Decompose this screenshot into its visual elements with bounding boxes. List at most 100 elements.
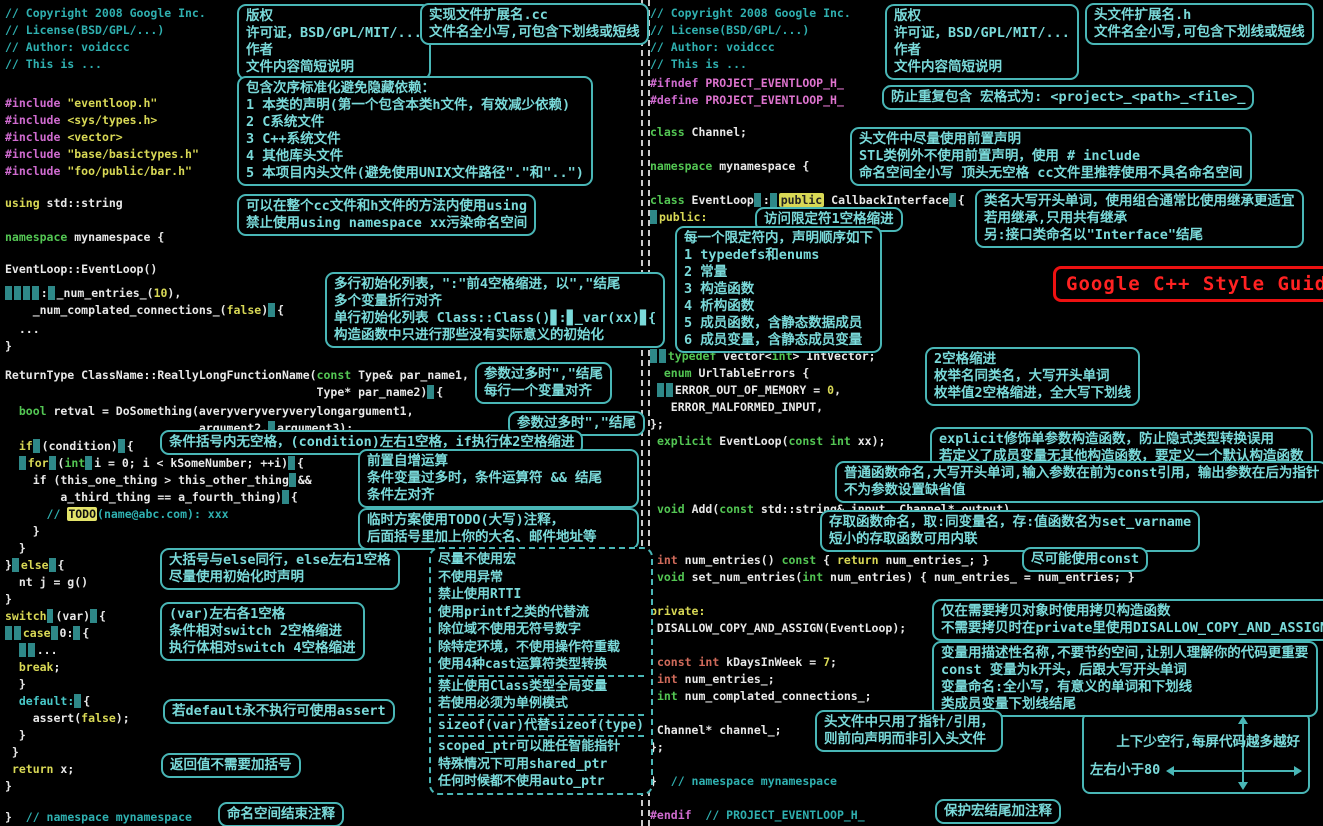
code-line: Type* par_name2) { (5, 385, 443, 399)
code-token: } (5, 592, 12, 606)
code-token: "foo/public/bar.h" (67, 164, 192, 178)
note-line: 临时方案使用TODO(大写)注释， (367, 512, 630, 529)
code-token: _num_entries_( (57, 286, 154, 300)
note-line: 若使用必须为单例模式 (438, 695, 644, 713)
code-token: } (5, 779, 12, 793)
note-namespace-comment: 命名空间结束注释 (218, 802, 344, 826)
code-token: 7 (823, 655, 830, 669)
note-copyright-left: 版权许可证，BSD/GPL/MIT/...作者文件内容简短说明 (237, 4, 431, 80)
note-line: 多行初始化列表，":"前4空格缩进，以","结尾 (334, 276, 656, 293)
code-token: false (227, 303, 262, 317)
note-line: 不需要拷贝时在private里使用DISALLOW_COPY_AND_ASSIG… (941, 620, 1323, 637)
code-line: #include "base/basictypes.h" (5, 147, 199, 161)
code-token: ), (167, 286, 181, 300)
code-token (5, 404, 19, 418)
note-line: 3 构造函数 (684, 281, 873, 298)
code-token: num_entries_; } (879, 553, 990, 567)
note-class-naming: 类名大写开头单词，使用组合通常比使用继承更适宜若用继承,只用共有继承另:接口类命… (975, 189, 1304, 248)
note-line: scoped_ptr可以胜任智能指针 (438, 735, 644, 756)
code-line: } (5, 339, 12, 353)
note-line: 多个变量折行对齐 (334, 293, 656, 310)
code-token: PROJECT_EVENTLOOP_H_ (705, 76, 843, 90)
note-line: 实现文件扩展名.cc (429, 7, 640, 24)
code-token: mynamespace { (712, 159, 809, 173)
code-token: } (5, 524, 40, 538)
note-line: 任何时候都不使用auto_ptr (438, 773, 644, 791)
note-line: 防止重复包含 宏格式为: <project>_<path>_<file>_ (891, 89, 1245, 106)
space-highlight (5, 626, 12, 640)
space-highlight (282, 490, 289, 504)
note-line: 前置自增运算 (367, 453, 630, 470)
code-token: (var) (55, 609, 90, 623)
note-line: 文件名全小写,可包含下划线或短线 (429, 24, 640, 41)
code-token: // Author: voidccc (5, 40, 130, 54)
code-token (5, 439, 19, 453)
code-line: class EventLoop : public CallbackInterfa… (650, 193, 965, 207)
note-line: 保护宏结尾加注释 (944, 803, 1052, 820)
note-line: 每一个限定符内，声明顺序如下 (684, 230, 873, 247)
code-token: class (650, 125, 685, 139)
code-token: num_complated_connections_; (678, 689, 872, 703)
space-highlight (32, 286, 39, 300)
note-line: 尽可能使用const (1031, 551, 1139, 568)
style-guide-cheatsheet: Google C++ Style Guide 上下少空行,每屏代码越多越好 左右… (0, 0, 1323, 826)
space-highlight (650, 210, 657, 224)
note-line: 5 本项目内头文件(避免使用UNIX文件路径"."和"..") (246, 165, 584, 182)
code-token: public: (659, 210, 707, 224)
space-highlight (19, 456, 26, 470)
code-token: // (5, 507, 67, 521)
code-token: // Author: voidccc (650, 40, 775, 54)
code-token: // License(BSD/GPL/...) (650, 23, 809, 37)
code-token: // Copyright 2008 Google Inc. (5, 6, 206, 20)
code-token: case (23, 626, 51, 640)
code-line: // License(BSD/GPL/...) (650, 23, 809, 37)
code-line: #define PROJECT_EVENTLOOP_H_ (650, 93, 844, 107)
code-line: ReturnType ClassName::ReallyLongFunction… (5, 368, 469, 382)
code-line: using std::string (5, 196, 123, 210)
space-highlight (85, 456, 92, 470)
code-token: xx); (851, 434, 886, 448)
code-token: x; (53, 762, 74, 776)
note-return: 返回值不需要加括号 (161, 753, 301, 778)
code-token: #include (5, 113, 60, 127)
code-token: Add( (685, 502, 720, 516)
note-line: 使用4种cast运算符类型转换 (438, 656, 644, 674)
code-token: const (317, 368, 352, 382)
note-line: 作者 (894, 42, 1070, 59)
code-token: _num_complated_connections_( (5, 303, 227, 317)
code-line: // This is ... (5, 57, 102, 71)
code-line: #include <sys/types.h> (5, 113, 157, 127)
note-line: 特殊情况下可用shared_ptr (438, 756, 644, 774)
note-line: 文件内容简短说明 (894, 59, 1070, 76)
note-line: 文件名全小写,可包含下划线或短线 (1094, 24, 1305, 41)
code-token: void (657, 570, 685, 584)
note-line: 使用printf之类的代替流 (438, 604, 644, 622)
space-highlight (288, 456, 295, 470)
space-highlight (48, 286, 55, 300)
code-token: const int (789, 434, 851, 448)
note-line: STL类例外不使用前置声明，使用 # include (859, 148, 1243, 165)
note-init-list: 多行初始化列表，":"前4空格缩进，以","结尾多个变量折行对齐单行初始化列表 … (325, 272, 665, 348)
note-line: 命名空间全小写 顶头无空格 cc文件里推荐使用不具名命名空间 (859, 165, 1243, 182)
note-line: 参数过多时","结尾 (484, 366, 603, 383)
code-token: (name@abc.com): xxx (97, 507, 229, 521)
code-token: { (83, 694, 90, 708)
code-token: // PROJECT_EVENTLOOP_H_ (705, 808, 864, 822)
code-line: EventLoop::EventLoop() (5, 262, 157, 276)
note-line: 尽量不使用宏 (438, 551, 644, 569)
note-pre-increment: 前置自增运算条件变量过多时，条件运算符 && 结尾条件左对齐 (358, 449, 639, 508)
code-line: DISALLOW_COPY_AND_ASSIGN(EventLoop); (650, 621, 906, 635)
code-token: Channel; (685, 125, 747, 139)
code-line: switch (var) { (5, 609, 106, 623)
code-token: EventLoop( (712, 434, 788, 448)
code-line: // License(BSD/GPL/...) (5, 23, 164, 37)
note-line: 后面括号里加上你的大名、邮件地址等 (367, 529, 630, 546)
note-copy-ctor: 仅在需要拷贝对象时使用拷贝构造函数不需要拷贝时在private里使用DISALL… (932, 599, 1323, 641)
note-line: 大括号与else同行，else左右1空格 (169, 552, 391, 569)
code-token: } (5, 677, 26, 691)
note-line: 除位域不使用无符号数字 (438, 621, 644, 639)
code-line: }; (650, 417, 664, 431)
note-line: (var)左右各1空格 (169, 606, 356, 623)
code-token: ; (53, 660, 60, 674)
code-line: Channel* channel_; (650, 723, 782, 737)
